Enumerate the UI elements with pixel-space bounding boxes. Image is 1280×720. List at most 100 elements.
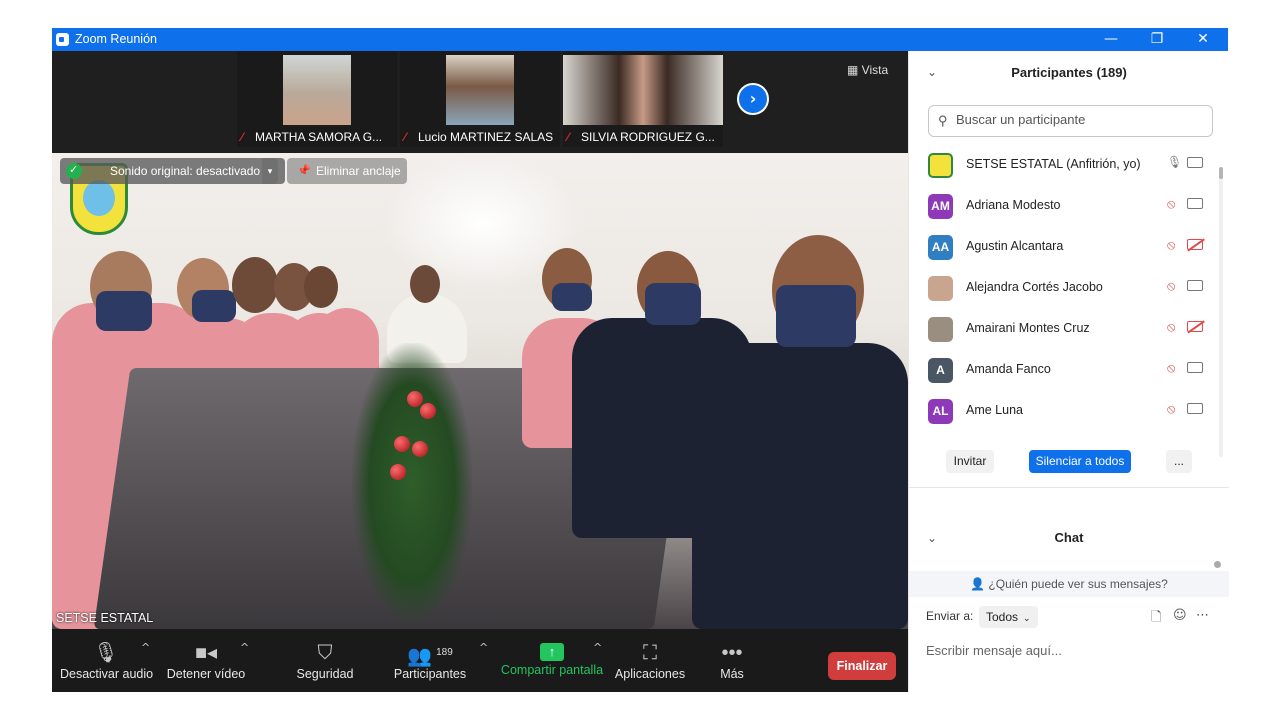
- muted-mic-icon[interactable]: ⦸: [1167, 360, 1175, 376]
- participant-name-label: ⁄ SILVIA RODRIGUEZ G...: [567, 130, 715, 144]
- participant-avatar: A: [928, 358, 953, 383]
- video-camera-icon[interactable]: [1187, 403, 1203, 414]
- share-options-caret[interactable]: ^: [593, 641, 602, 654]
- participants-button[interactable]: 👥 189 Participantes: [392, 629, 468, 692]
- shield-icon: ⛉: [317, 642, 333, 664]
- close-button[interactable]: ✕: [1180, 28, 1226, 51]
- participant-row[interactable]: AL Ame Luna ⦸: [909, 391, 1219, 432]
- zoom-logo-icon: [56, 33, 69, 46]
- participant-avatar: AA: [928, 235, 953, 260]
- restore-button[interactable]: ❐: [1134, 28, 1180, 51]
- participant-row[interactable]: SETSE ESTATAL (Anfitrión, yo) 🎙: [909, 145, 1219, 186]
- ornament: [394, 436, 410, 452]
- file-icon[interactable]: 🗋: [1151, 608, 1161, 630]
- security-button[interactable]: ⛉ Seguridad: [290, 629, 360, 692]
- chat-more-icon[interactable]: ⋯: [1196, 608, 1209, 623]
- participant-row[interactable]: A Amanda Fanco ⦸: [909, 350, 1219, 391]
- apps-label: Aplicaciones: [614, 667, 686, 681]
- emoji-icon[interactable]: ☺: [1173, 608, 1187, 623]
- participant-row[interactable]: Alejandra Cortés Jacobo ⦸: [909, 268, 1219, 309]
- security-label: Seguridad: [296, 667, 354, 681]
- thumbnail-participant[interactable]: ⁄ Lucio MARTINEZ SALAS: [400, 51, 560, 147]
- stop-video-button[interactable]: ■◂ Detener vídeo: [166, 629, 246, 692]
- participant-row[interactable]: AM Adriana Modesto ⦸: [909, 186, 1219, 227]
- video-options-caret[interactable]: ^: [240, 641, 249, 654]
- participants-label: Participantes: [393, 667, 467, 681]
- search-icon: ⚲: [938, 113, 948, 128]
- recipient-select[interactable]: Todos ⌄: [979, 606, 1038, 628]
- chat-message-input[interactable]: [926, 639, 1216, 661]
- participant-avatar: [928, 153, 953, 178]
- video-off-icon[interactable]: [1187, 321, 1203, 332]
- participant-avatar: [928, 317, 953, 342]
- audio-options-caret[interactable]: ^: [141, 641, 150, 654]
- participants-options-caret[interactable]: ^: [479, 641, 488, 654]
- meeting-toolbar: 🎙 Desactivar audio ^ ■◂ Detener vídeo ^ …: [52, 629, 908, 692]
- title-bar: Zoom Reunión — ❐ ✕: [52, 28, 1228, 51]
- muted-mic-icon[interactable]: ⦸: [1167, 237, 1175, 253]
- original-sound-dropdown[interactable]: ▾: [262, 158, 278, 184]
- participants-icon: 👥 189: [407, 645, 453, 668]
- pin-icon: 📌: [297, 165, 311, 177]
- muted-mic-icon[interactable]: ⦸: [1167, 319, 1175, 335]
- participant-name: Amanda Fanco: [966, 362, 1051, 376]
- face-mask: [96, 291, 152, 331]
- apps-button[interactable]: ⛶ Aplicaciones: [614, 629, 686, 692]
- chat-header: ⌄ Chat: [909, 523, 1229, 553]
- chat-scroll-indicator: [1214, 561, 1221, 568]
- video-camera-icon[interactable]: [1187, 198, 1203, 209]
- share-screen-icon: ↑: [540, 643, 564, 661]
- participant-avatar: AL: [928, 399, 953, 424]
- view-button[interactable]: ▦ Vista: [847, 63, 888, 77]
- chevron-down-icon: ⌄: [1023, 613, 1031, 623]
- unpin-label: Eliminar anclaje: [316, 164, 401, 178]
- video-camera-icon[interactable]: [1187, 157, 1203, 168]
- participant-list-scrollbar[interactable]: [1219, 167, 1223, 457]
- mute-audio-button[interactable]: 🎙 Desactivar audio: [60, 629, 153, 692]
- thumbnail-participant[interactable]: ⁄ MARTHA SAMORA G...: [237, 51, 397, 147]
- participant-row[interactable]: AA Agustin Alcantara ⦸: [909, 227, 1219, 268]
- participant-video: [446, 55, 514, 125]
- video-camera-icon[interactable]: [1187, 362, 1203, 373]
- more-button[interactable]: ••• Más: [707, 629, 757, 692]
- stop-video-label: Detener vídeo: [166, 667, 246, 681]
- active-speaker-video: Sonido original: desactivado ▾ 📌 Elimina…: [52, 153, 908, 629]
- muted-mic-icon[interactable]: ⦸: [1167, 196, 1175, 212]
- mute-all-button[interactable]: Silenciar a todos: [1029, 450, 1131, 473]
- participant-video: [563, 55, 723, 125]
- participant-row[interactable]: Amairani Montes Cruz ⦸: [909, 309, 1219, 350]
- person-head: [304, 266, 338, 308]
- participants-more-button[interactable]: ...: [1166, 450, 1192, 473]
- participant-name-label: ⁄ MARTHA SAMORA G...: [241, 130, 383, 144]
- participants-panel: ⌄ Participantes (189) ⚲ SETSE ESTATAL (A…: [908, 51, 1229, 692]
- unpin-button[interactable]: 📌 Eliminar anclaje: [287, 158, 407, 184]
- zoom-window: Zoom Reunión — ❐ ✕ ⁄ MARTHA SAMORA G... ⁄…: [52, 28, 1229, 692]
- send-to-label: Enviar a:: [926, 609, 974, 623]
- video-off-icon[interactable]: [1187, 239, 1203, 250]
- people-icon: 👤: [970, 577, 989, 591]
- participant-search[interactable]: ⚲: [928, 105, 1213, 137]
- window-title: Zoom Reunión: [75, 32, 157, 46]
- ornament: [390, 464, 406, 480]
- microphone-icon[interactable]: 🎙: [1167, 155, 1182, 169]
- muted-mic-icon[interactable]: ⦸: [1167, 401, 1175, 417]
- muted-mic-icon: ⁄: [404, 130, 407, 144]
- chevron-down-icon: ▾: [267, 166, 273, 176]
- who-can-see-messages[interactable]: 👤 ¿Quién puede ver sus mensajes?: [909, 571, 1229, 597]
- muted-mic-icon[interactable]: ⦸: [1167, 278, 1175, 294]
- participant-name: Alejandra Cortés Jacobo: [966, 280, 1103, 294]
- next-page-button[interactable]: ›: [737, 83, 769, 115]
- thumbnail-participant[interactable]: ⁄ SILVIA RODRIGUEZ G...: [563, 51, 723, 147]
- participant-name: Adriana Modesto: [966, 198, 1061, 212]
- share-screen-button[interactable]: ↑ Compartir pantalla: [500, 629, 604, 692]
- minimize-button[interactable]: —: [1088, 28, 1134, 51]
- participant-search-input[interactable]: [956, 112, 1206, 127]
- encryption-shield-icon: [66, 157, 82, 183]
- participant-name: Ame Luna: [966, 403, 1023, 417]
- original-sound-button[interactable]: Sonido original: desactivado: [60, 157, 285, 184]
- video-camera-icon[interactable]: [1187, 280, 1203, 291]
- face-mask: [192, 290, 236, 322]
- end-meeting-button[interactable]: Finalizar: [828, 652, 896, 680]
- person-head: [410, 265, 440, 303]
- invite-button[interactable]: Invitar: [946, 450, 994, 473]
